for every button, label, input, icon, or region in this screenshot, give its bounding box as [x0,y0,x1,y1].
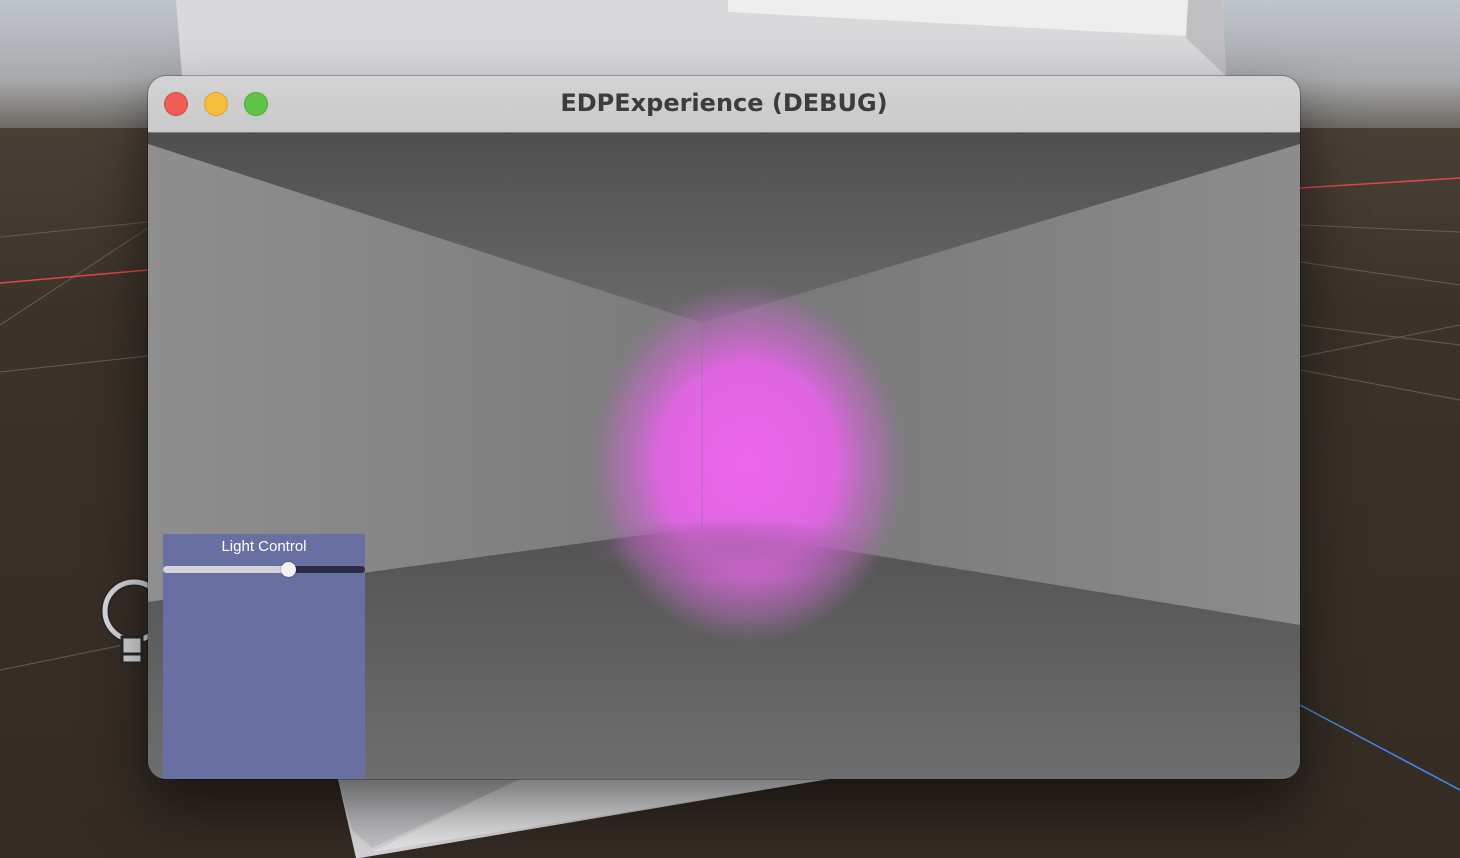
panel-title: Light Control [221,538,307,555]
light-intensity-slider[interactable] [163,562,365,577]
slider-thumb[interactable] [281,562,297,577]
title-bar[interactable]: EDPExperience (DEBUG) [148,76,1300,133]
app-window: EDPExperience (DEBUG) Light Control [148,76,1300,779]
slider-fill [163,566,289,573]
slider-track[interactable] [163,566,365,573]
game-viewport[interactable]: Light Control [148,133,1300,779]
light-control-panel: Light Control [163,534,365,779]
window-title: EDPExperience (DEBUG) [560,89,888,117]
